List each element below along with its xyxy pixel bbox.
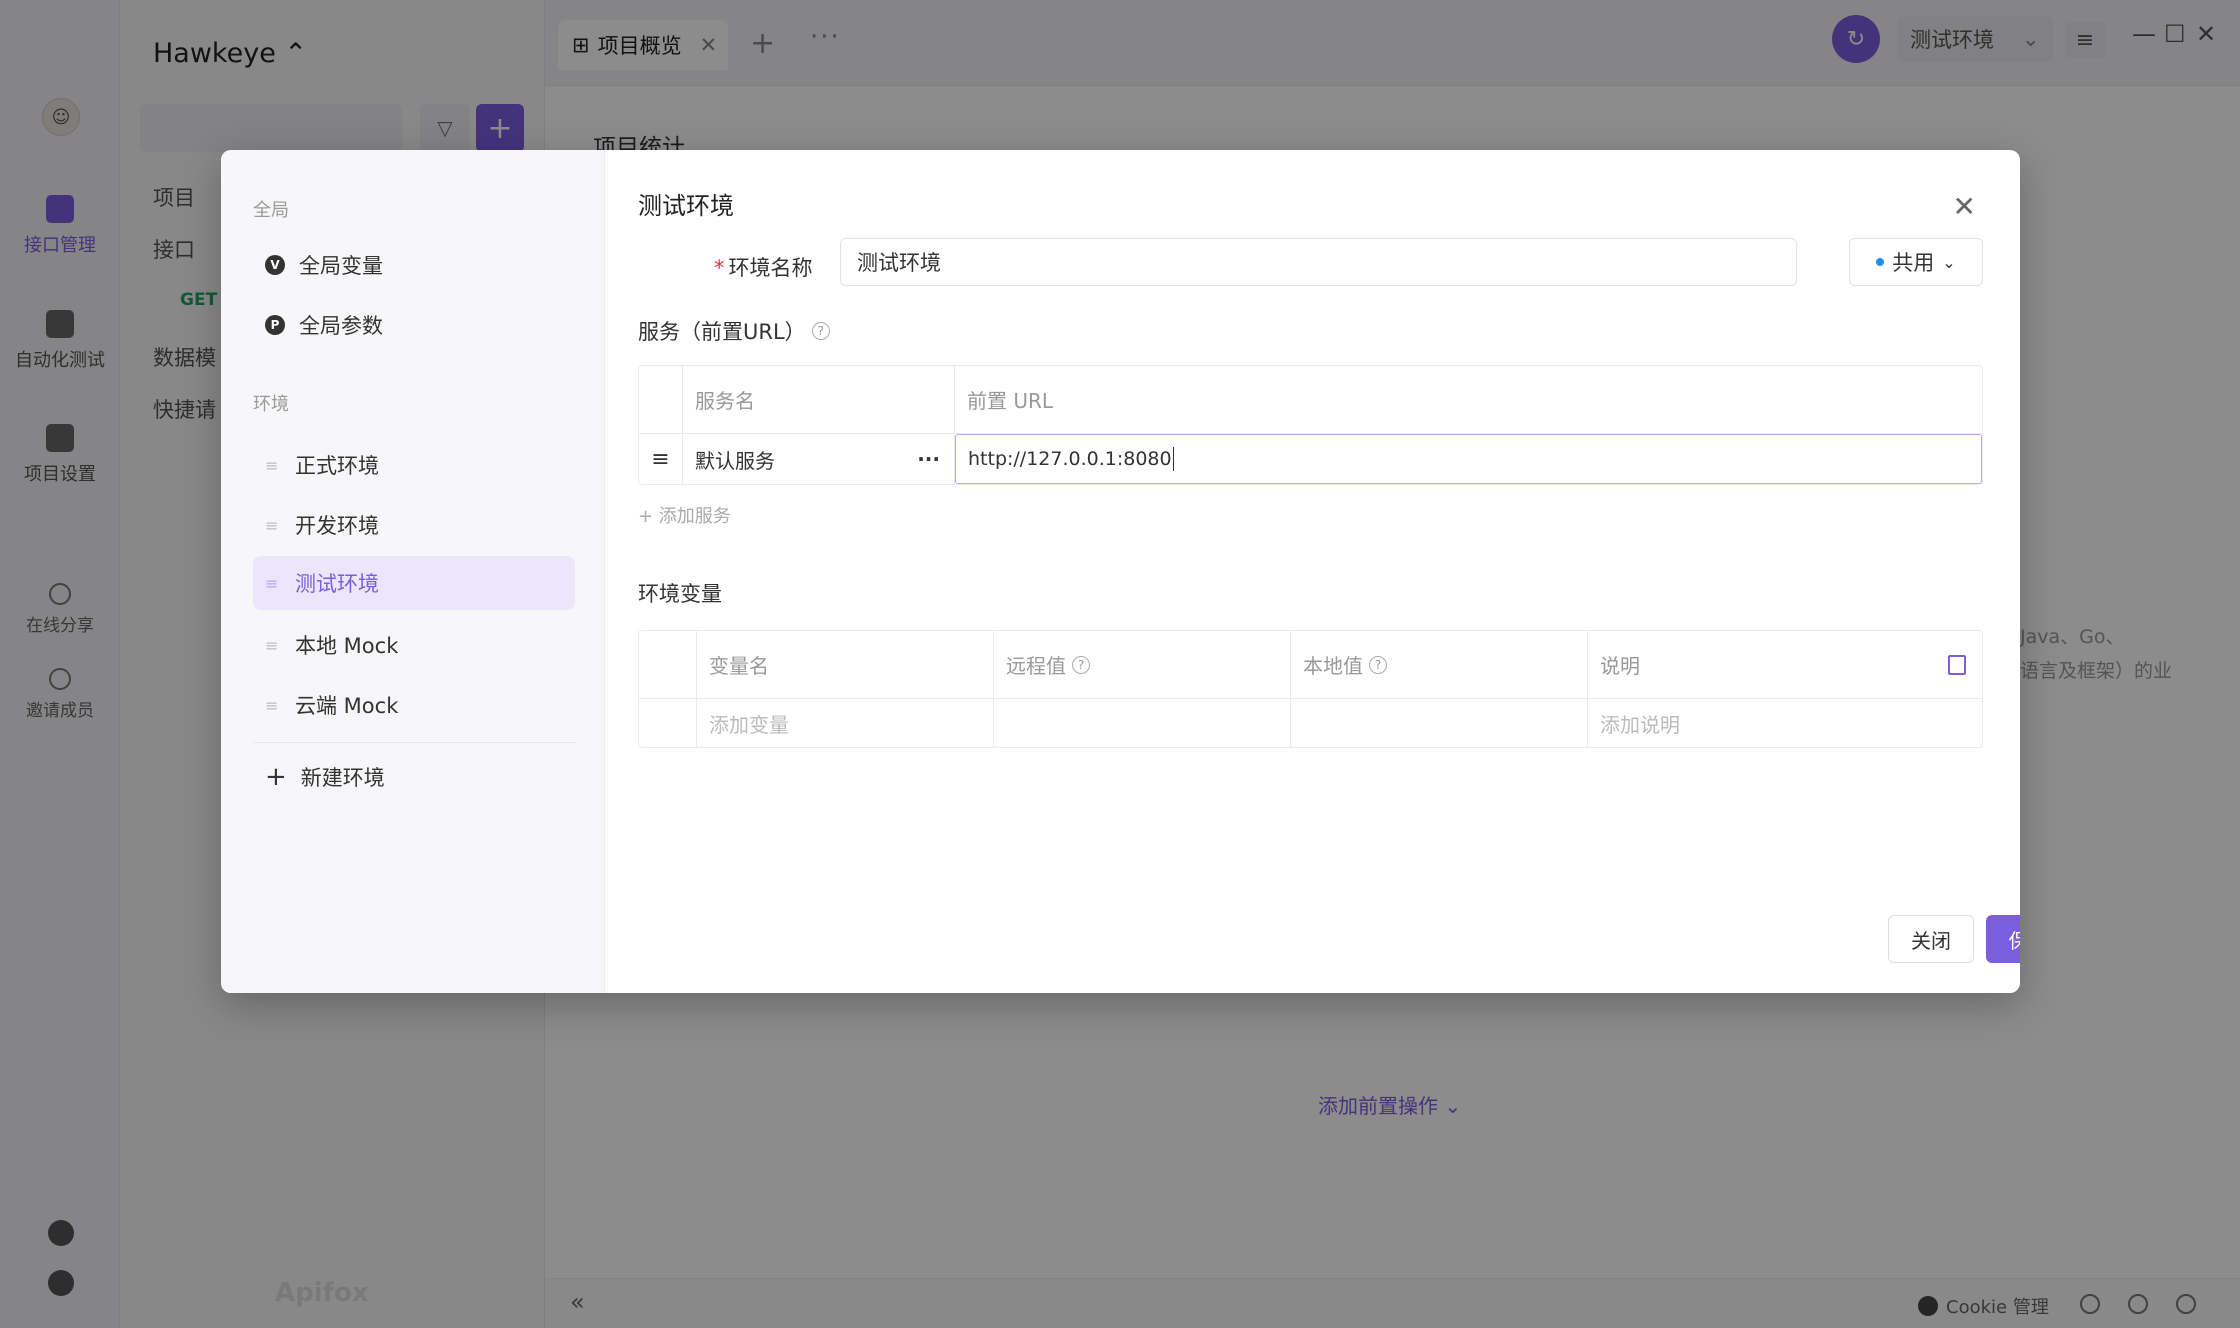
col-header-description: 说明 bbox=[1600, 654, 1640, 678]
drag-handle-icon[interactable]: ≡ bbox=[265, 636, 281, 655]
drag-handle-icon[interactable]: ≡ bbox=[265, 696, 281, 715]
add-description-input[interactable]: 添加说明 bbox=[1588, 699, 1982, 747]
close-icon[interactable]: ✕ bbox=[1953, 190, 1976, 223]
variable-icon: V bbox=[265, 255, 285, 275]
add-service-button[interactable]: + 添加服务 bbox=[638, 502, 731, 528]
sidebar-item-global-vars[interactable]: V 全局变量 bbox=[253, 238, 575, 292]
group-label-env: 环境 bbox=[253, 394, 289, 415]
chevron-down-icon: ⌄ bbox=[1942, 252, 1956, 272]
environment-dialog: 全局 V 全局变量 P 全局参数 环境 ≡ 正式环境 ≡ 开发环境 ≡ 测试环境… bbox=[221, 150, 2020, 993]
new-env-button[interactable]: + 新建环境 bbox=[265, 762, 385, 792]
save-button[interactable]: 保存 bbox=[1986, 915, 2020, 963]
share-scope-select[interactable]: 共用 ⌄ bbox=[1849, 238, 1983, 286]
param-icon: P bbox=[265, 315, 285, 335]
base-url-input[interactable]: http://127.0.0.1:8080 bbox=[955, 434, 1982, 484]
help-icon[interactable]: ? bbox=[811, 322, 830, 340]
status-dot bbox=[1876, 258, 1885, 266]
drag-handle-icon[interactable]: ≡ bbox=[265, 574, 281, 593]
sidebar-item-global-params[interactable]: P 全局参数 bbox=[253, 298, 575, 352]
plus-icon: + bbox=[265, 762, 287, 792]
env-editor: 测试环境 ✕ * 环境名称 测试环境 共用 ⌄ 服务（前置URL） ? 服务名 前… bbox=[605, 150, 2020, 993]
service-name-cell[interactable]: 默认服务 ··· bbox=[683, 434, 955, 484]
local-value-input[interactable] bbox=[1291, 699, 1588, 747]
help-icon[interactable]: ? bbox=[1072, 655, 1090, 674]
divider bbox=[253, 742, 575, 743]
add-variable-input[interactable]: 添加变量 bbox=[697, 699, 994, 747]
env-name-label: * 环境名称 bbox=[714, 256, 813, 280]
vars-section-title: 环境变量 bbox=[638, 582, 722, 606]
env-name-input[interactable]: 测试环境 bbox=[840, 238, 1797, 286]
env-vars-table: 变量名 远程值? 本地值? 说明 添加变量 添加说明 bbox=[638, 630, 1983, 748]
col-header-service-name: 服务名 bbox=[683, 366, 955, 433]
bulk-edit-icon[interactable] bbox=[1948, 655, 1966, 675]
table-row: ≡ 默认服务 ··· http://127.0.0.1:8080 bbox=[639, 434, 1982, 484]
dialog-title: 测试环境 bbox=[638, 192, 734, 220]
group-label-global: 全局 bbox=[253, 200, 289, 221]
sidebar-item-local-mock[interactable]: ≡ 本地 Mock bbox=[253, 618, 575, 672]
more-icon[interactable]: ··· bbox=[917, 447, 940, 471]
sidebar-item-dev-env[interactable]: ≡ 开发环境 bbox=[253, 498, 575, 552]
services-section-title: 服务（前置URL） ? bbox=[638, 316, 830, 346]
sidebar-item-test-env[interactable]: ≡ 测试环境 bbox=[253, 556, 575, 610]
drag-handle-icon[interactable]: ≡ bbox=[265, 516, 281, 535]
sidebar-item-cloud-mock[interactable]: ≡ 云端 Mock bbox=[253, 678, 575, 732]
col-header-base-url: 前置 URL bbox=[967, 389, 1054, 413]
sidebar-item-prod-env[interactable]: ≡ 正式环境 bbox=[253, 438, 575, 492]
help-icon[interactable]: ? bbox=[1369, 655, 1387, 674]
table-header: 服务名 前置 URL bbox=[639, 366, 1982, 434]
remote-value-input[interactable] bbox=[994, 699, 1291, 747]
env-sidebar: 全局 V 全局变量 P 全局参数 环境 ≡ 正式环境 ≡ 开发环境 ≡ 测试环境… bbox=[221, 150, 605, 993]
close-button[interactable]: 关闭 bbox=[1888, 915, 1974, 963]
col-header-local-value: 本地值? bbox=[1291, 631, 1588, 698]
drag-handle-icon[interactable]: ≡ bbox=[265, 456, 281, 475]
table-header: 变量名 远程值? 本地值? 说明 bbox=[639, 631, 1982, 699]
services-table: 服务名 前置 URL ≡ 默认服务 ··· http://127.0.0.1:8… bbox=[638, 365, 1983, 485]
drag-handle-icon[interactable]: ≡ bbox=[639, 434, 683, 484]
table-row: 添加变量 添加说明 bbox=[639, 699, 1982, 747]
col-header-var-name: 变量名 bbox=[697, 631, 994, 698]
col-header-remote-value: 远程值? bbox=[994, 631, 1291, 698]
